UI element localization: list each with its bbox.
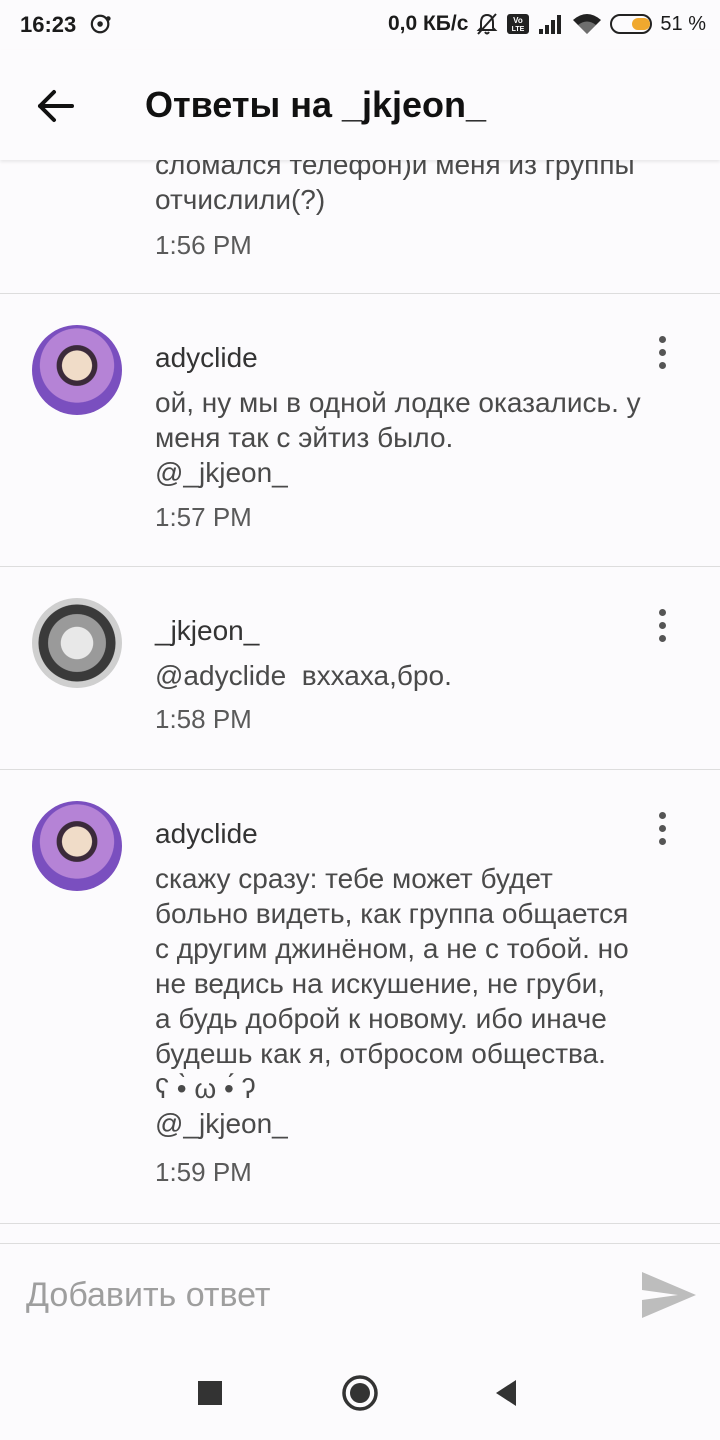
avatar[interactable] xyxy=(32,801,122,891)
network-speed: 0,0 КБ/с xyxy=(387,12,469,35)
comment-text: скажу сразу: тебе может будет больно вид… xyxy=(155,863,629,1139)
avatar[interactable] xyxy=(32,598,122,688)
svg-text:LTE: LTE xyxy=(512,26,525,33)
bell-off-icon xyxy=(476,13,498,35)
send-icon[interactable] xyxy=(640,1270,698,1320)
recents-square-icon[interactable] xyxy=(198,1381,222,1405)
signal-icon xyxy=(539,15,562,34)
status-bar: 16:23 0,0 КБ/с Vo LTE 51 % xyxy=(0,0,720,50)
svg-text:Vo: Vo xyxy=(514,16,524,25)
comment-item: сломался телефон)и меня из группы отчисл… xyxy=(0,160,720,294)
comment-username[interactable]: adyclide xyxy=(155,342,258,374)
comment-time: 1:57 PM xyxy=(155,502,252,532)
comment-item: adyclide скажу сразу: тебе может будет б… xyxy=(0,770,720,1224)
comment-item: adyclide ой, ну мы в одной лодке оказали… xyxy=(0,294,720,567)
more-options-icon[interactable] xyxy=(650,609,674,649)
comment-time: 1:56 PM xyxy=(155,230,252,260)
more-options-icon[interactable] xyxy=(650,812,674,852)
comment-text: сломался телефон)и меня из группы отчисл… xyxy=(155,160,635,215)
battery-icon xyxy=(610,14,653,34)
avatar[interactable] xyxy=(32,325,122,415)
comment-text: @adyclide вххаха,бро. xyxy=(155,660,452,691)
comment-username[interactable]: adyclide xyxy=(155,818,258,850)
home-circle-icon[interactable] xyxy=(341,1374,379,1412)
battery-percent: 51 % xyxy=(660,12,706,35)
status-indicators: 0,0 КБ/с Vo LTE 51 % xyxy=(388,12,706,36)
status-time: 16:23 xyxy=(20,12,77,37)
top-app-bar: Ответы на _jkjeon_ xyxy=(0,50,720,160)
comment-item: _jkjeon_ @adyclide вххаха,бро. 1:58 PM xyxy=(0,567,720,770)
comment-text: ой, ну мы в одной лодке оказались. у мен… xyxy=(155,387,641,488)
arrow-left-icon[interactable] xyxy=(34,84,78,128)
comment-username[interactable]: _jkjeon_ xyxy=(155,615,259,647)
replies-list[interactable]: сломался телефон)и меня из группы отчисл… xyxy=(0,160,720,1243)
comment-time: 1:59 PM xyxy=(155,1157,252,1187)
wifi-icon xyxy=(573,14,602,34)
comment-time: 1:58 PM xyxy=(155,704,252,734)
reply-input[interactable] xyxy=(24,1270,598,1320)
more-options-icon[interactable] xyxy=(650,336,674,376)
reply-composer xyxy=(0,1243,720,1345)
page-title: Ответы на _jkjeon_ xyxy=(145,84,487,125)
disc-icon xyxy=(90,14,111,34)
volte-icon: Vo LTE xyxy=(507,14,530,34)
back-triangle-icon[interactable] xyxy=(494,1378,518,1408)
